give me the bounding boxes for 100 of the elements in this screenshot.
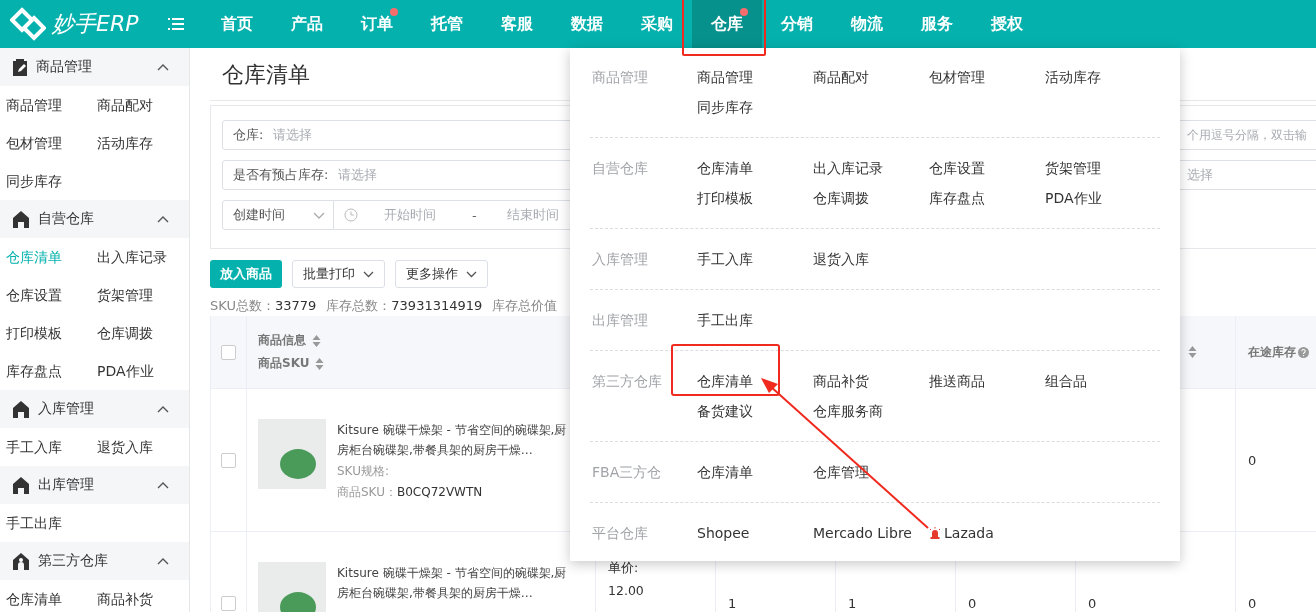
menu-item[interactable]: 备货建议 <box>697 396 753 426</box>
photo-placeholder <box>258 419 326 489</box>
logo-text: 妙手ERP <box>52 10 139 38</box>
sku-value: B0CQ72VWTN <box>396 485 483 499</box>
menu-item[interactable]: 仓库清单 <box>697 153 753 183</box>
sidebar-group-header[interactable]: 出库管理 <box>0 466 189 504</box>
sidebar-link[interactable]: 手工入库 <box>6 428 97 466</box>
menu-item[interactable]: 手工入库 <box>697 244 753 274</box>
sidebar-link[interactable]: 商品管理 <box>6 86 97 124</box>
menu-item[interactable]: 退货入库 <box>813 244 869 274</box>
menu-section-title: 商品管理 <box>592 68 649 87</box>
sku-spec-label: SKU规格: <box>337 463 390 480</box>
menu-section-title: 入库管理 <box>592 250 649 269</box>
sidebar-group-title: 商品管理 <box>36 58 93 76</box>
checkbox[interactable] <box>221 344 236 360</box>
checkbox[interactable] <box>221 452 236 468</box>
price-text: 单价: <box>608 559 639 577</box>
table-cell: 0 <box>1088 595 1097 611</box>
house-icon <box>12 552 30 570</box>
siren-icon <box>929 527 941 539</box>
house-icon <box>12 210 30 228</box>
caret-icon <box>466 270 477 278</box>
logo-icon <box>10 6 46 42</box>
photo-placeholder <box>258 562 326 612</box>
stat-value: 73931314919 <box>391 298 483 313</box>
menu-item[interactable]: 推送商品 <box>929 366 985 396</box>
table-cell: 1 <box>728 595 737 611</box>
menu-item[interactable]: 仓库调拨 <box>813 183 869 213</box>
menu-item[interactable]: 活动库存 <box>1045 62 1101 92</box>
sort-icon[interactable] <box>1188 345 1197 359</box>
menu-icon[interactable] <box>168 17 184 31</box>
stat-label: SKU总数： <box>210 298 275 313</box>
sidebar-link[interactable]: 出入库记录 <box>97 238 189 276</box>
dropdown-button[interactable]: 更多操作 <box>395 260 488 288</box>
sku-label: 商品SKU： <box>337 484 397 501</box>
column-header[interactable]: 商品SKU <box>258 355 310 372</box>
menu-item[interactable]: 库存盘点 <box>929 183 985 213</box>
help-icon[interactable] <box>1298 346 1309 358</box>
column-header[interactable]: 商品信息 <box>258 332 306 349</box>
menu-item[interactable]: PDA作业 <box>1045 183 1102 213</box>
sidebar-link[interactable]: 库存盘点 <box>6 352 97 390</box>
menu-item[interactable]: 手工出库 <box>697 305 753 335</box>
sidebar-group-title: 入库管理 <box>38 400 95 418</box>
sort-icon[interactable] <box>312 333 321 348</box>
menu-item[interactable]: 组合品 <box>1045 366 1087 396</box>
sidebar-link[interactable]: PDA作业 <box>97 352 189 390</box>
house-icon <box>12 476 30 494</box>
menu-item[interactable]: 仓库清单 <box>697 457 753 487</box>
menu-item[interactable]: Shopee <box>697 518 750 548</box>
clock-icon <box>344 208 358 222</box>
stat-label: 库存总价值 <box>492 298 558 313</box>
menu-item[interactable]: 打印模板 <box>697 183 753 213</box>
sidebar-group-title: 出库管理 <box>38 476 95 494</box>
caret-icon <box>363 270 374 278</box>
menu-item[interactable]: 包材管理 <box>929 62 985 92</box>
chevron-down-icon <box>313 211 325 219</box>
menu-item[interactable]: 商品配对 <box>813 62 869 92</box>
menu-section-title: 平台仓库 <box>592 524 649 543</box>
sidebar-link[interactable]: 商品配对 <box>97 86 189 124</box>
sidebar-group-header[interactable]: 自营仓库 <box>0 200 189 238</box>
nav-tab[interactable]: 仓库 <box>692 0 762 48</box>
price-text: 12.00 <box>608 582 644 600</box>
sidebar-group-header[interactable]: 入库管理 <box>0 390 189 428</box>
table-cell: 0 <box>968 595 977 611</box>
sidebar-link[interactable]: 包材管理 <box>6 124 97 162</box>
dropdown-button[interactable]: 批量打印 <box>292 260 385 288</box>
sidebar-link[interactable]: 活动库存 <box>97 124 189 162</box>
sidebar-group-title: 第三方仓库 <box>38 552 109 570</box>
menu-item[interactable]: Lazada <box>929 518 994 548</box>
menu-item[interactable]: 出入库记录 <box>813 153 883 183</box>
sidebar-link[interactable]: 仓库设置 <box>6 276 97 314</box>
product-title[interactable]: Kitsure 碗碟干燥架 - 节省空间的碗碟架,厨房柜台碗碟架,带餐具架的厨房干燥… <box>337 563 570 603</box>
time-type-select[interactable]: 创建时间 <box>222 200 334 230</box>
sidebar-link[interactable]: 货架管理 <box>97 276 189 314</box>
sidebar-group-header[interactable]: 商品管理 <box>0 48 189 86</box>
menu-item[interactable]: 同步库存 <box>697 92 753 122</box>
menu-item[interactable]: 仓库设置 <box>929 153 985 183</box>
sidebar-link[interactable]: 同步库存 <box>6 162 97 200</box>
table-cell: 0 <box>1248 595 1257 611</box>
menu-item[interactable]: 仓库服务商 <box>813 396 883 426</box>
sidebar-link[interactable]: 手工出库 <box>6 504 97 542</box>
menu-item[interactable]: 货架管理 <box>1045 153 1101 183</box>
sidebar-link[interactable]: 商品补货 <box>97 580 189 612</box>
sidebar-link[interactable]: 退货入库 <box>97 428 189 466</box>
sort-icon[interactable] <box>315 356 325 371</box>
menu-section-title: 出库管理 <box>592 311 649 330</box>
sidebar-link[interactable]: 仓库清单 <box>6 580 97 612</box>
menu-item[interactable]: 商品管理 <box>697 62 753 92</box>
menu-item[interactable]: 仓库清单 <box>697 366 753 396</box>
sidebar-link[interactable]: 仓库调拨 <box>97 314 189 352</box>
product-title[interactable]: Kitsure 碗碟干燥架 - 节省空间的碗碟架,厨房柜台碗碟架,带餐具架的厨房干燥… <box>337 420 570 460</box>
sidebar-link[interactable]: 打印模板 <box>6 314 97 352</box>
menu-item[interactable]: Mercado Libre <box>813 518 912 548</box>
house-icon <box>12 400 30 418</box>
menu-section-title: 自营仓库 <box>592 159 649 178</box>
stat-value: 33779 <box>274 298 317 313</box>
menu-item[interactable]: 商品补货 <box>813 366 869 396</box>
checkbox[interactable] <box>221 595 236 611</box>
sidebar-group-header[interactable]: 第三方仓库 <box>0 542 189 580</box>
stat-label: 库存总数： <box>326 298 392 313</box>
